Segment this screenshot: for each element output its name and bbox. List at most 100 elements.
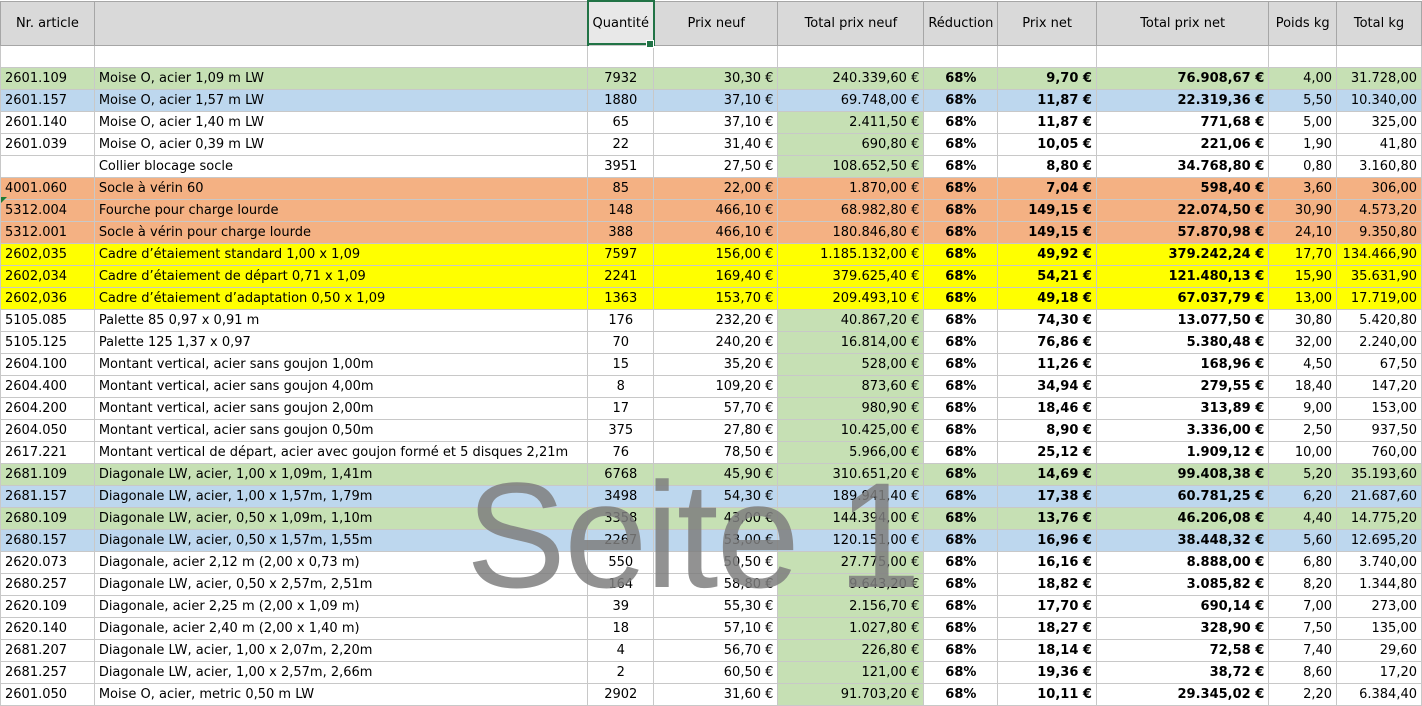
cell-prix-net[interactable]: 11,87 € (997, 88, 1097, 112)
cell-total-prix-net[interactable]: 8.888,00 € (1095, 550, 1270, 574)
cell-prix-neuf[interactable]: 27,50 € (653, 154, 779, 178)
cell-total-kg[interactable]: 12.695,20 (1336, 528, 1422, 552)
cell-quantite[interactable]: 15 (586, 352, 655, 376)
cell-total-prix-neuf[interactable]: 144.394,00 € (777, 506, 925, 530)
cell-description[interactable]: Moise O, acier 1,57 m LW (93, 88, 589, 112)
cell-quantite[interactable]: 550 (586, 550, 655, 574)
header-nr-article[interactable]: Nr. article (0, 0, 95, 46)
table-cell[interactable] (93, 44, 589, 68)
cell-total-prix-neuf[interactable]: 2.411,50 € (777, 110, 925, 134)
cell-total-kg[interactable]: 153,00 (1336, 396, 1422, 420)
cell-reduction[interactable]: 68% (923, 396, 999, 420)
cell-prix-net[interactable]: 17,38 € (997, 484, 1097, 508)
cell-total-kg[interactable]: 35.631,90 (1336, 264, 1422, 288)
cell-description[interactable]: Palette 125 1,37 x 0,97 (93, 330, 589, 354)
cell-description[interactable]: Moise O, acier 1,09 m LW (93, 66, 589, 90)
cell-quantite[interactable]: 2902 (586, 682, 655, 706)
cell-total-kg[interactable]: 135,00 (1336, 616, 1422, 640)
cell-nr-article[interactable]: 4001.060 (0, 176, 95, 200)
cell-poids-kg[interactable]: 5,60 (1268, 528, 1338, 552)
cell-reduction[interactable]: 68% (923, 110, 999, 134)
cell-total-prix-neuf[interactable]: 40.867,20 € (777, 308, 925, 332)
cell-quantite[interactable]: 22 (586, 132, 655, 156)
cell-reduction[interactable]: 68% (923, 550, 999, 574)
cell-description[interactable]: Diagonale LW, acier, 1,00 x 1,09m, 1,41m (93, 462, 589, 486)
cell-reduction[interactable]: 68% (923, 462, 999, 486)
cell-quantite[interactable]: 388 (586, 220, 655, 244)
cell-total-kg[interactable]: 4.573,20 (1336, 198, 1422, 222)
cell-total-kg[interactable]: 14.775,20 (1336, 506, 1422, 530)
cell-total-kg[interactable]: 134.466,90 (1336, 242, 1422, 266)
cell-prix-net[interactable]: 149,15 € (997, 198, 1097, 222)
header-prix-neuf[interactable]: Prix neuf (653, 0, 779, 46)
cell-reduction[interactable]: 68% (923, 594, 999, 618)
fill-handle[interactable] (646, 40, 654, 48)
cell-quantite[interactable]: 7932 (586, 66, 655, 90)
cell-prix-net[interactable]: 18,82 € (997, 572, 1097, 596)
cell-nr-article[interactable]: 2601.109 (0, 66, 95, 90)
cell-description[interactable]: Diagonale LW, acier, 0,50 x 2,57m, 2,51m (93, 572, 589, 596)
cell-reduction[interactable]: 68% (923, 264, 999, 288)
cell-total-kg[interactable]: 21.687,60 (1336, 484, 1422, 508)
header-poids-kg[interactable]: Poids kg (1268, 0, 1338, 46)
cell-prix-net[interactable]: 54,21 € (997, 264, 1097, 288)
cell-prix-net[interactable]: 9,70 € (997, 66, 1097, 90)
cell-total-kg[interactable]: 17,20 (1336, 660, 1422, 684)
cell-reduction[interactable]: 68% (923, 638, 999, 662)
cell-prix-neuf[interactable]: 50,50 € (653, 550, 779, 574)
cell-poids-kg[interactable]: 2,50 (1268, 418, 1338, 442)
cell-quantite[interactable]: 164 (586, 572, 655, 596)
cell-nr-article[interactable]: 2604.050 (0, 418, 95, 442)
cell-prix-net[interactable]: 18,27 € (997, 616, 1097, 640)
cell-poids-kg[interactable]: 8,20 (1268, 572, 1338, 596)
cell-total-prix-net[interactable]: 22.074,50 € (1095, 198, 1270, 222)
cell-poids-kg[interactable]: 15,90 (1268, 264, 1338, 288)
cell-prix-net[interactable]: 10,05 € (997, 132, 1097, 156)
cell-description[interactable]: Socle à vérin pour charge lourde (93, 220, 589, 244)
cell-total-prix-net[interactable]: 29.345,02 € (1095, 682, 1270, 706)
cell-description[interactable]: Cadre d’étaiement standard 1,00 x 1,09 (93, 242, 589, 266)
cell-total-kg[interactable]: 67,50 (1336, 352, 1422, 376)
cell-total-prix-neuf[interactable]: 108.652,50 € (777, 154, 925, 178)
cell-description[interactable]: Montant vertical, acier sans goujon 1,00… (93, 352, 589, 376)
cell-total-prix-net[interactable]: 76.908,67 € (1095, 66, 1270, 90)
cell-prix-neuf[interactable]: 57,10 € (653, 616, 779, 640)
cell-quantite[interactable]: 148 (586, 198, 655, 222)
cell-total-kg[interactable]: 3.160,80 (1336, 154, 1422, 178)
cell-total-prix-net[interactable]: 22.319,36 € (1095, 88, 1270, 112)
cell-total-prix-net[interactable]: 60.781,25 € (1095, 484, 1270, 508)
cell-total-kg[interactable]: 937,50 (1336, 418, 1422, 442)
cell-description[interactable]: Montant vertical, acier sans goujon 0,50… (93, 418, 589, 442)
cell-total-kg[interactable]: 760,00 (1336, 440, 1422, 464)
cell-nr-article[interactable]: 2601.039 (0, 132, 95, 156)
cell-nr-article[interactable]: 5105.125 (0, 330, 95, 354)
cell-description[interactable]: Diagonale LW, acier, 1,00 x 2,07m, 2,20m (93, 638, 589, 662)
cell-total-prix-net[interactable]: 1.909,12 € (1095, 440, 1270, 464)
cell-total-kg[interactable]: 147,20 (1336, 374, 1422, 398)
cell-prix-neuf[interactable]: 31,60 € (653, 682, 779, 706)
table-cell[interactable] (0, 44, 95, 68)
cell-total-prix-neuf[interactable]: 10.425,00 € (777, 418, 925, 442)
cell-nr-article[interactable]: 5105.085 (0, 308, 95, 332)
cell-prix-neuf[interactable]: 56,70 € (653, 638, 779, 662)
cell-description[interactable]: Cadre d’étaiement d’adaptation 0,50 x 1,… (93, 286, 589, 310)
cell-total-prix-net[interactable]: 690,14 € (1095, 594, 1270, 618)
cell-poids-kg[interactable]: 7,00 (1268, 594, 1338, 618)
cell-description[interactable]: Palette 85 0,97 x 0,91 m (93, 308, 589, 332)
cell-quantite[interactable]: 3498 (586, 484, 655, 508)
cell-total-prix-net[interactable]: 279,55 € (1095, 374, 1270, 398)
cell-total-kg[interactable]: 29,60 (1336, 638, 1422, 662)
cell-quantite[interactable]: 6768 (586, 462, 655, 486)
header-description[interactable] (93, 0, 589, 46)
cell-reduction[interactable]: 68% (923, 66, 999, 90)
cell-prix-neuf[interactable]: 57,70 € (653, 396, 779, 420)
cell-total-prix-neuf[interactable]: 1.870,00 € (777, 176, 925, 200)
cell-prix-net[interactable]: 18,46 € (997, 396, 1097, 420)
header-reduction[interactable]: Réduction (923, 0, 999, 46)
cell-prix-net[interactable]: 74,30 € (997, 308, 1097, 332)
cell-nr-article[interactable]: 2602,035 (0, 242, 95, 266)
cell-total-kg[interactable]: 273,00 (1336, 594, 1422, 618)
cell-description[interactable]: Socle à vérin 60 (93, 176, 589, 200)
cell-nr-article[interactable]: 2604.100 (0, 352, 95, 376)
header-quantite[interactable]: Quantité (586, 0, 655, 45)
